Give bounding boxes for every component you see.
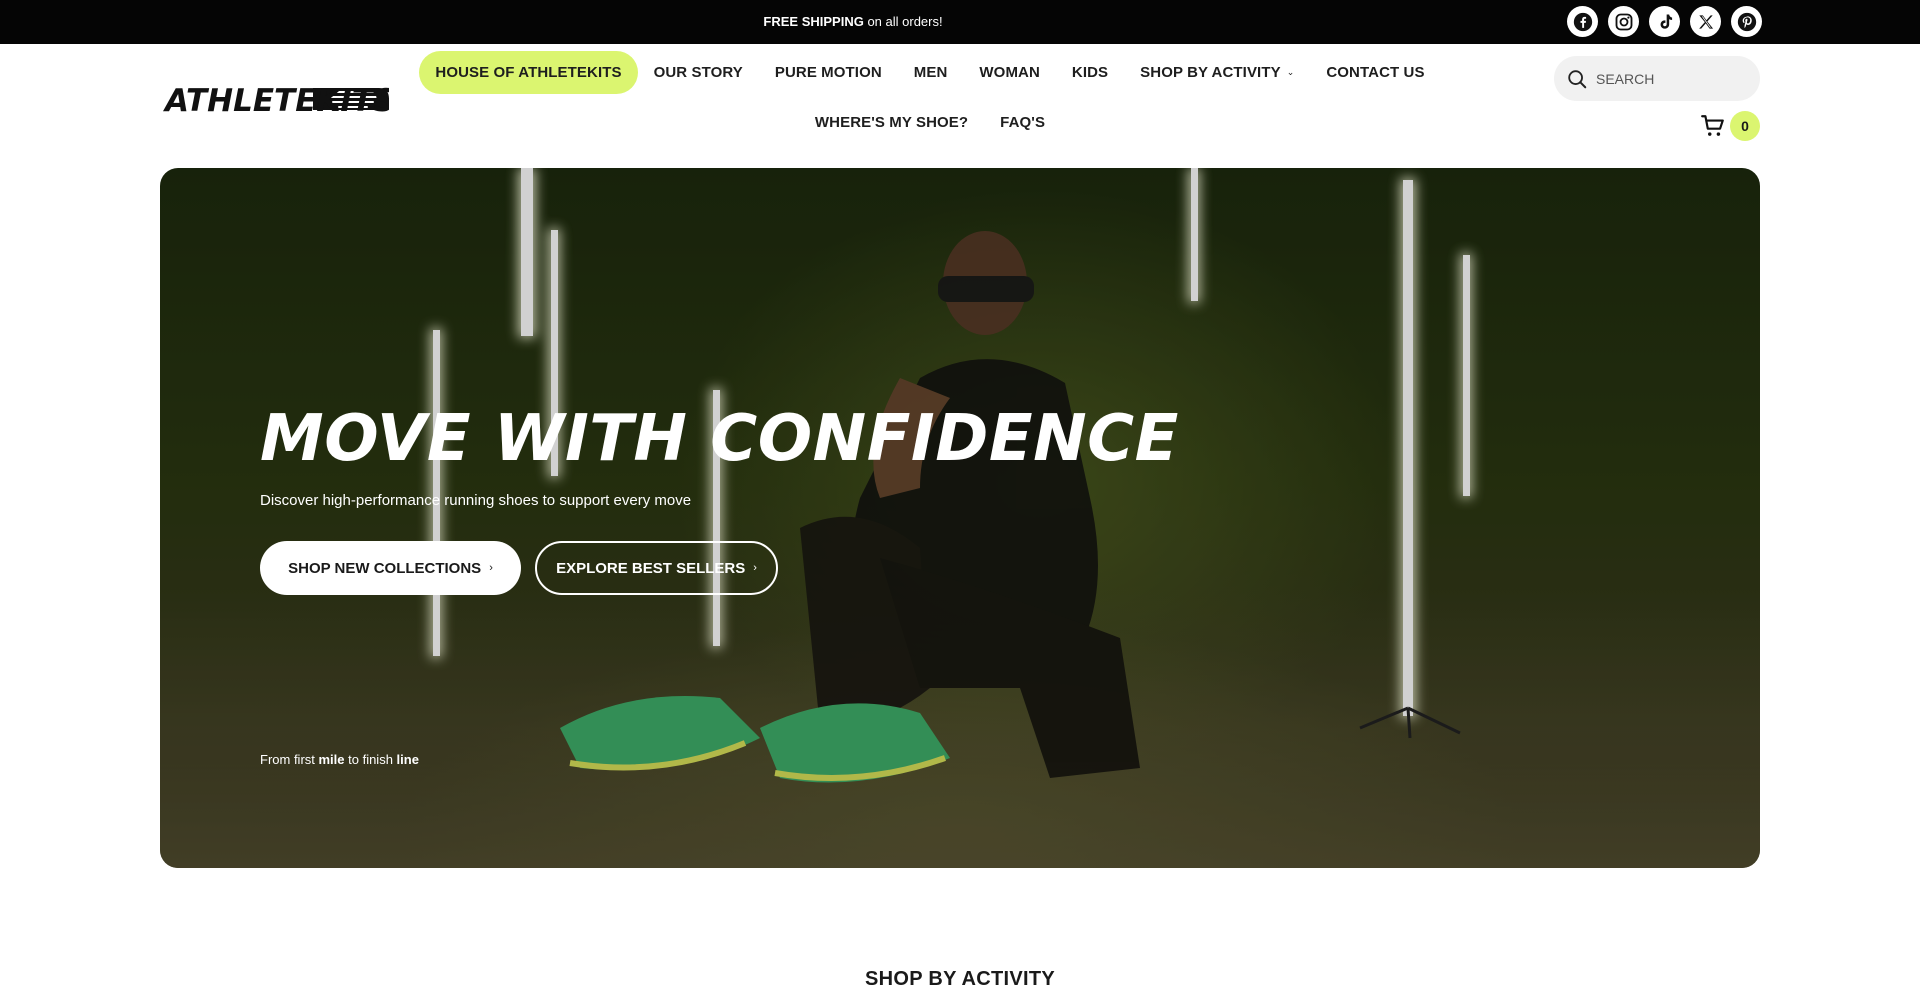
nav-item-our-story[interactable]: OUR STORY xyxy=(638,51,759,94)
pinterest-icon[interactable] xyxy=(1731,6,1762,37)
chevron-down-icon: ⌄ xyxy=(1286,67,1295,77)
brand-logo[interactable]: ATHLETEKITS xyxy=(162,82,395,119)
announcement-bar: FREE SHIPPING on all orders! xyxy=(0,0,1920,44)
nav-item-shop-by-activity[interactable]: SHOP BY ACTIVITY ⌄ xyxy=(1124,51,1310,94)
nav-label: WHERE'S MY SHOE? xyxy=(814,114,969,131)
x-icon[interactable] xyxy=(1690,6,1721,37)
instagram-icon[interactable] xyxy=(1608,6,1639,37)
search-bar[interactable] xyxy=(1554,56,1760,101)
nav-label: MEN xyxy=(913,64,948,81)
chevron-right-icon: › xyxy=(753,562,757,574)
facebook-icon[interactable] xyxy=(1567,6,1598,37)
main-navigation: HOUSE OF ATHLETEKITS OUR STORY PURE MOTI… xyxy=(419,51,1424,144)
logo-text: ATHLETEKITS xyxy=(163,83,389,116)
tagline-part: to finish xyxy=(344,752,397,767)
chevron-right-icon: › xyxy=(489,562,493,574)
nav-label: HOUSE OF ATHLETEKITS xyxy=(435,64,622,81)
tiktok-icon[interactable] xyxy=(1649,6,1680,37)
nav-label: SHOP BY ACTIVITY xyxy=(1140,64,1281,81)
nav-item-woman[interactable]: WOMAN xyxy=(963,51,1056,94)
nav-label: FAQ'S xyxy=(1000,114,1046,131)
tagline-bold: mile xyxy=(318,752,345,767)
announcement-bold: FREE SHIPPING xyxy=(763,14,864,29)
nav-item-contact-us[interactable]: CONTACT US xyxy=(1310,51,1440,94)
nav-item-faqs[interactable]: FAQ'S xyxy=(984,101,1061,144)
button-label: EXPLORE BEST SELLERS xyxy=(556,559,746,577)
cart-icon xyxy=(1701,115,1724,136)
section-title-shop-by-activity: SHOP BY ACTIVITY xyxy=(864,968,1056,990)
nav-row-secondary: WHERE'S MY SHOE? FAQ'S xyxy=(460,101,1400,144)
announcement-text: FREE SHIPPING on all orders! xyxy=(0,0,1706,44)
social-links xyxy=(1567,6,1762,37)
explore-best-sellers-button[interactable]: EXPLORE BEST SELLERS › xyxy=(535,541,778,595)
nav-row-primary: HOUSE OF ATHLETEKITS OUR STORY PURE MOTI… xyxy=(419,51,1424,94)
nav-label: WOMAN xyxy=(979,64,1040,81)
nav-item-pure-motion[interactable]: PURE MOTION xyxy=(759,51,898,94)
nav-label: KIDS xyxy=(1071,64,1109,81)
announcement-rest: on all orders! xyxy=(863,14,943,29)
shop-new-collections-button[interactable]: SHOP NEW COLLECTIONS › xyxy=(260,541,521,595)
hero-banner: MOVE WITH CONFIDENCE Discover high-perfo… xyxy=(160,168,1760,868)
search-icon xyxy=(1568,69,1587,88)
tagline-part: From first xyxy=(260,752,319,767)
cart-count-badge: 0 xyxy=(1730,111,1760,141)
nav-label: PURE MOTION xyxy=(774,64,882,81)
search-input[interactable] xyxy=(1596,70,1746,87)
tagline-bold: line xyxy=(396,752,419,767)
hero-title: MOVE WITH CONFIDENCE xyxy=(260,402,1179,476)
nav-item-wheres-my-shoe[interactable]: WHERE'S MY SHOE? xyxy=(799,101,984,144)
hero-subtitle: Discover high-performance running shoes … xyxy=(260,492,692,509)
nav-item-house-of-athletekits[interactable]: HOUSE OF ATHLETEKITS xyxy=(419,51,638,94)
hero-tagline: From first mile to finish line xyxy=(260,752,419,767)
cart-button[interactable]: 0 xyxy=(1700,111,1760,141)
nav-item-kids[interactable]: KIDS xyxy=(1056,51,1124,94)
nav-item-men[interactable]: MEN xyxy=(898,51,964,94)
button-label: SHOP NEW COLLECTIONS xyxy=(288,559,482,577)
nav-label: CONTACT US xyxy=(1326,64,1425,81)
nav-label: OUR STORY xyxy=(653,64,743,81)
